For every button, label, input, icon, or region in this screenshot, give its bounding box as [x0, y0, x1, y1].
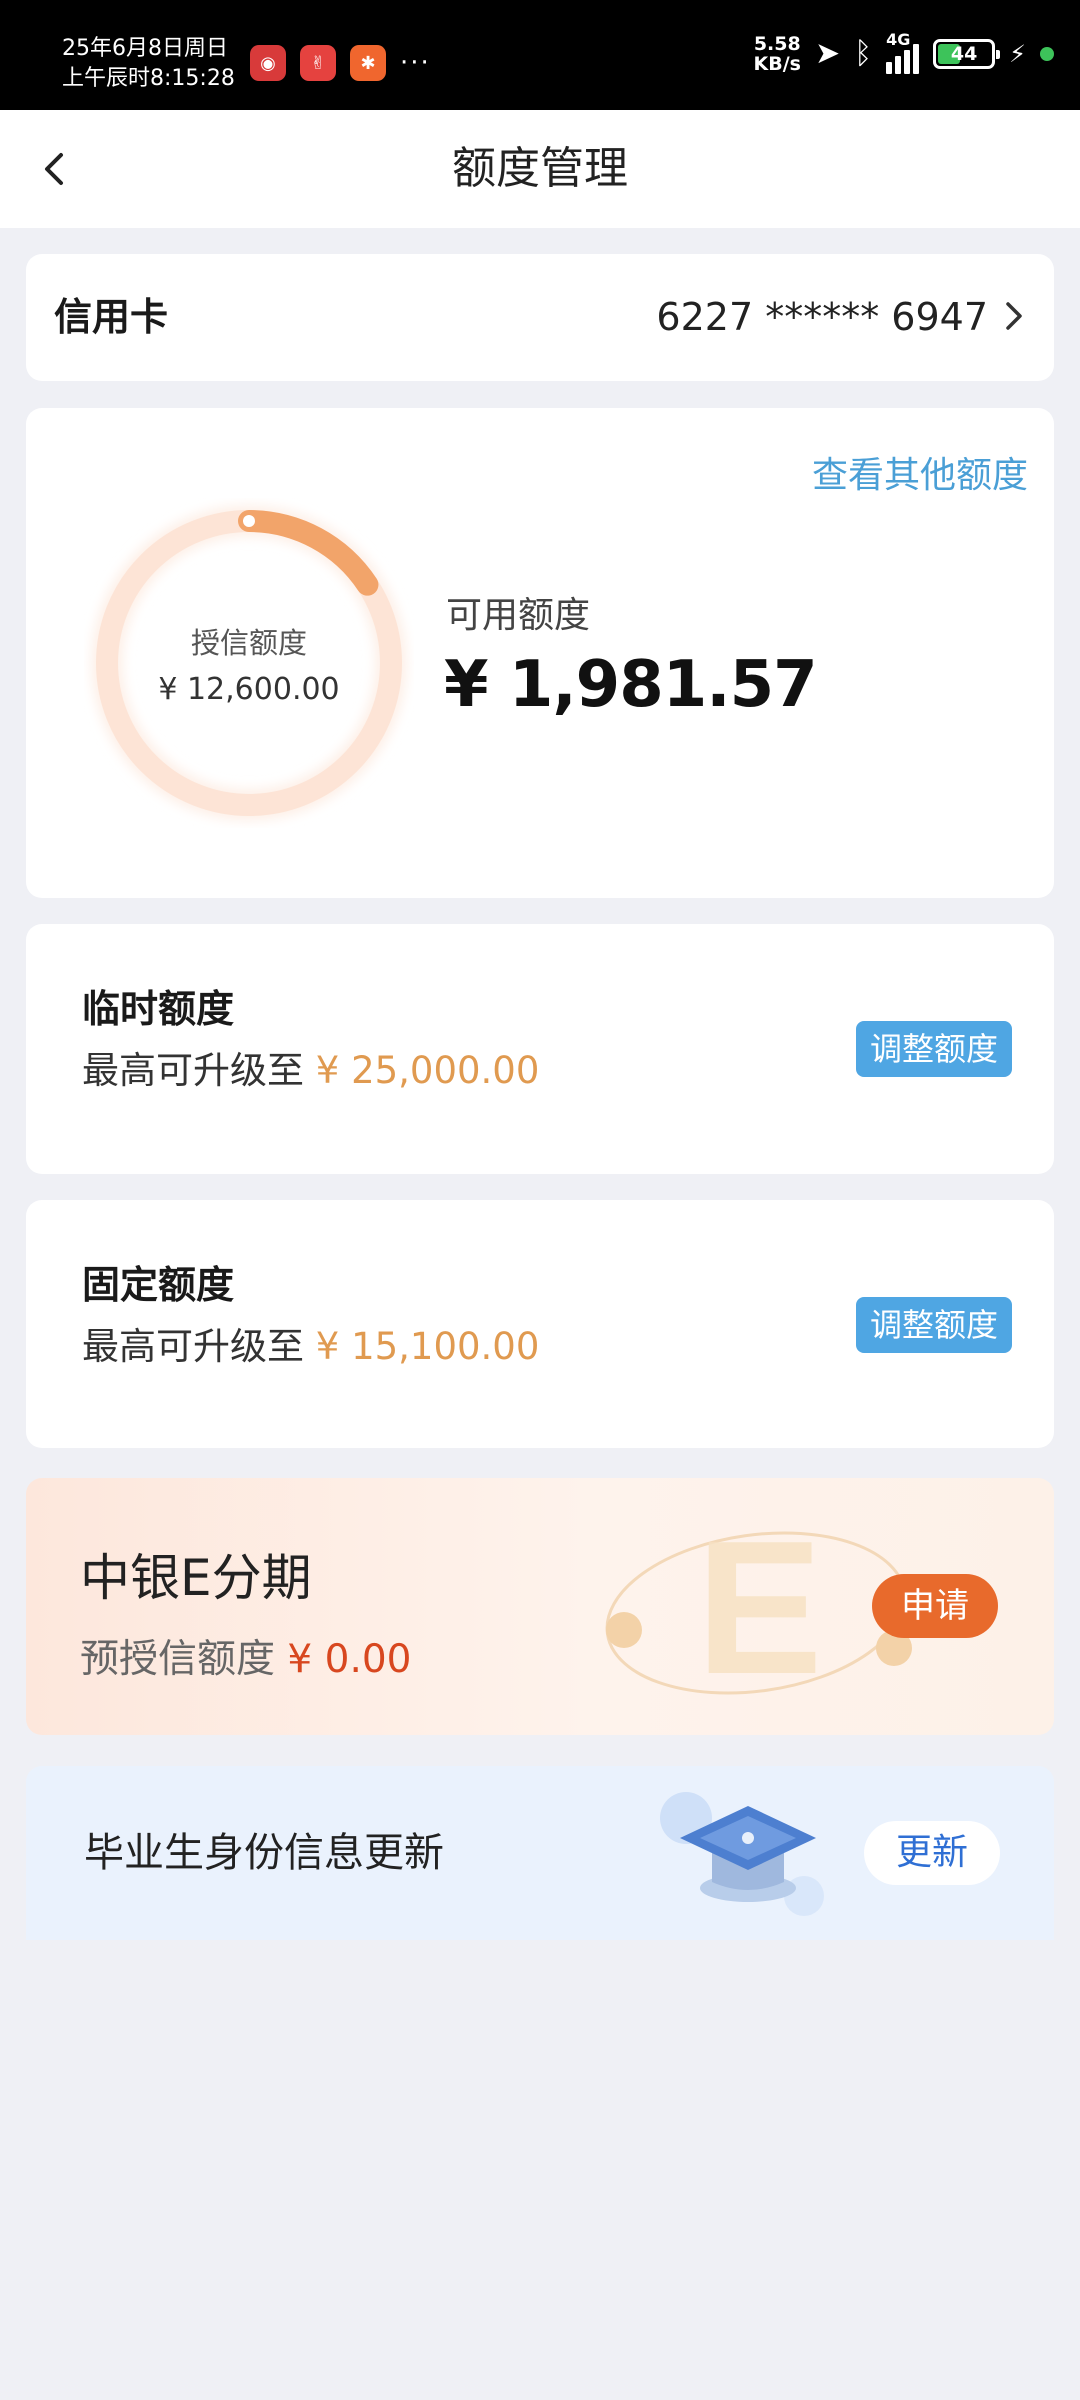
graduation-cap-icon — [660, 1792, 824, 1916]
quota-card: 查看其他额度 授信额度 ¥ 12,600.00 可用额度 ¥ 1,981.57 — [26, 408, 1054, 898]
fixed-limit-prefix: 最高可升级至 — [82, 1325, 304, 1368]
credit-limit-value: ¥ 12,600.00 — [158, 671, 340, 707]
notification-apps: ◉ ✌ ✱ ··· — [250, 45, 431, 81]
charging-icon: ⚡ — [1009, 40, 1026, 68]
status-bar: 25年6月8日周日 上午辰时8:15:28 ◉ ✌ ✱ ··· 5.58 KB/… — [0, 0, 1080, 110]
e-installment-illustration: E — [605, 1502, 912, 1714]
fixed-limit-title: 固定额度 — [82, 1263, 235, 1307]
battery-level: 44 — [950, 43, 978, 65]
network-speed-value: 5.58 — [753, 33, 801, 55]
location-icon: ➤ — [815, 36, 841, 71]
status-indicators: 5.58 KB/s ➤ ᛒ 4G 44 ⚡ — [754, 30, 1054, 74]
network-speed-unit: KB/s — [753, 53, 801, 75]
privacy-indicator-dot — [1040, 47, 1054, 61]
fixed-limit-card: 固定额度 最高可升级至 ¥ 15,100.00 调整额度 — [26, 1200, 1054, 1448]
fixed-limit-subtitle: 最高可升级至 ¥ 15,100.00 — [82, 1316, 539, 1370]
temporary-limit-subtitle: 最高可升级至 ¥ 25,000.00 — [82, 1040, 539, 1094]
temporary-limit-title: 临时额度 — [82, 987, 235, 1031]
available-limit-label: 可用额度 — [446, 595, 591, 636]
delivery-app-icon: ✱ — [350, 45, 386, 81]
battery-icon: 44 — [933, 39, 1001, 69]
card-number: 6227 ****** 6947 — [656, 295, 988, 339]
more-notifications-icon: ··· — [400, 48, 431, 78]
status-time: 上午辰时8:15:28 — [62, 66, 235, 91]
available-limit-value: ¥ 1,981.57 — [444, 648, 818, 722]
apply-button[interactable]: 申请 — [872, 1574, 998, 1638]
graduate-info-title: 毕业生身份信息更新 — [84, 1830, 444, 1876]
adjust-fixed-limit-button[interactable]: 调整额度 — [855, 1297, 1012, 1353]
page-title: 额度管理 — [452, 143, 628, 194]
network-speed: 5.58 KB/s — [754, 34, 801, 74]
credit-limit-label: 授信额度 — [190, 625, 307, 660]
card-selector[interactable]: 信用卡 6227 ****** 6947 — [26, 254, 1054, 381]
view-other-limits-link[interactable]: 查看其他额度 — [812, 446, 1028, 498]
e-installment-amount: ¥ 0.00 — [287, 1637, 412, 1682]
graduate-info-banner[interactable]: 毕业生身份信息更新 更新 — [26, 1766, 1054, 1940]
svg-text:E: E — [696, 1502, 823, 1714]
bank-app-icon: ◉ — [250, 45, 286, 81]
e-installment-banner[interactable]: E 中银E分期 预授信额度 ¥ 0.00 申请 — [26, 1478, 1054, 1735]
chevron-right-icon — [1006, 302, 1022, 330]
network-type: 4G — [886, 30, 911, 49]
status-datetime: 25年6月8日周日 上午辰时8:15:28 — [62, 34, 235, 94]
card-type-label: 信用卡 — [54, 295, 169, 339]
temporary-limit-card: 临时额度 最高可升级至 ¥ 25,000.00 调整额度 — [26, 924, 1054, 1174]
temporary-limit-prefix: 最高可升级至 — [82, 1049, 304, 1092]
temporary-limit-amount: ¥ 25,000.00 — [315, 1049, 540, 1092]
e-installment-prefix: 预授信额度 — [80, 1637, 276, 1682]
signal-icon: 4G — [886, 30, 920, 74]
e-installment-title: 中银E分期 — [80, 1549, 312, 1607]
e-installment-subtitle: 预授信额度 ¥ 0.00 — [80, 1628, 411, 1684]
update-button[interactable]: 更新 — [864, 1821, 1000, 1885]
adjust-temporary-limit-button[interactable]: 调整额度 — [855, 1021, 1012, 1077]
status-date: 25年6月8日周日 — [62, 36, 228, 61]
nav-bar: 额度管理 — [0, 110, 1080, 228]
bluetooth-icon: ᛒ — [854, 36, 873, 71]
fixed-limit-amount: ¥ 15,100.00 — [315, 1325, 540, 1368]
shopping-app-icon: ✌ — [300, 45, 336, 81]
ring-center: 授信额度 ¥ 12,600.00 — [84, 498, 414, 828]
